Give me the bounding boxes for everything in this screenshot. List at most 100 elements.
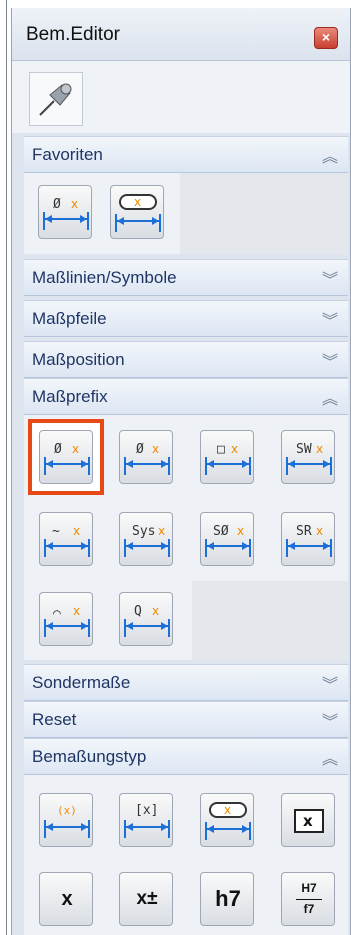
massprefix-empty-area	[192, 581, 348, 660]
section-massprefix-header[interactable]: Maßprefix ︽	[24, 378, 348, 415]
svg-text:Ø: Ø	[53, 197, 61, 212]
svg-text:x: x	[224, 803, 231, 817]
section-reset-label: Reset	[32, 710, 77, 729]
section-masslinien-header[interactable]: Maßlinien/Symbole ︾	[24, 259, 348, 296]
section-masspfeile-header[interactable]: Maßpfeile ︾	[24, 300, 348, 337]
svg-text:x: x	[73, 604, 80, 618]
svg-text:x: x	[237, 524, 244, 538]
window-frame-line	[6, 0, 7, 935]
type-tolerance-button[interactable]: x±	[119, 872, 173, 926]
svg-text:x: x	[158, 524, 165, 538]
sphere-radius-prefix-icon: SR x	[286, 524, 332, 557]
fraction-line	[296, 899, 322, 900]
fit-lower-label: f7	[303, 902, 315, 916]
prefix-sw-button[interactable]: SW x	[281, 430, 335, 484]
svg-text:⌒: ⌒	[53, 606, 61, 621]
slot-type-icon: x	[205, 802, 251, 840]
favorite-diameter-button[interactable]: Ø x	[38, 185, 92, 239]
section-favoriten-header[interactable]: Favoriten ︽	[24, 136, 348, 173]
chevron-down-icon: ︾	[321, 354, 338, 371]
massprefix-body: Ø x Ø x □ x SW x ~ x Sys x SØ x SR x ⌒ x…	[24, 415, 348, 660]
type-fit-button[interactable]: h7	[200, 872, 254, 926]
prefix-square-button[interactable]: □ x	[200, 430, 254, 484]
chevron-up-icon: ︽	[321, 751, 338, 768]
svg-text:x: x	[73, 524, 80, 538]
favoriten-body: Ø x x	[24, 173, 348, 254]
chevron-up-icon: ︽	[321, 391, 338, 408]
window-title: Bem.Editor	[26, 24, 120, 45]
title-bar[interactable]: Bem.Editor ×	[12, 8, 350, 61]
chevron-up-icon: ︽	[321, 149, 338, 166]
reference-dimension-icon: (x)	[44, 804, 90, 838]
fit-upper-label: H7	[301, 881, 317, 895]
type-slot-button[interactable]: x	[200, 793, 254, 847]
prefix-diameter-small-button[interactable]: Ø x	[119, 430, 173, 484]
svg-text:Sys: Sys	[132, 524, 155, 539]
section-reset-header[interactable]: Reset ︾	[24, 701, 348, 738]
slot-dimension-icon: x	[115, 194, 161, 232]
diameter-small-prefix-icon: Ø x	[124, 442, 170, 475]
section-sondermasse-label: Sondermaße	[32, 673, 131, 692]
type-boxed-button[interactable]: x	[281, 793, 335, 847]
prefix-arc-button[interactable]: ⌒ x	[39, 592, 93, 646]
chevron-down-icon: ︾	[321, 272, 338, 289]
arc-prefix-icon: ⌒ x	[44, 604, 90, 637]
bemassungstyp-body: (x) [x] x x x x± h7 H7 f7	[24, 775, 348, 935]
square-prefix-icon: □ x	[205, 442, 251, 475]
prefix-approx-button[interactable]: ~ x	[39, 512, 93, 566]
svg-text:x: x	[231, 442, 238, 456]
type-reference-button[interactable]: (x)	[39, 793, 93, 847]
svg-text:□: □	[217, 442, 225, 457]
prefix-chamfer-button[interactable]: Q x	[119, 592, 173, 646]
diameter-dimension-icon: Ø x	[43, 197, 89, 230]
svg-text:x: x	[134, 195, 141, 209]
chevron-down-icon: ︾	[321, 714, 338, 731]
approx-prefix-icon: ~ x	[44, 524, 90, 557]
favoriten-empty-area	[180, 173, 348, 254]
prefix-sys-button[interactable]: Sys x	[119, 512, 173, 566]
bem-editor-window: Bem.Editor × Favoriten ︽ Ø x x Maßlinien…	[11, 8, 351, 935]
pushpin-icon	[39, 83, 72, 116]
boxed-dimension-icon: x	[294, 809, 324, 833]
section-favoriten-label: Favoriten	[32, 145, 103, 164]
chevron-down-icon: ︾	[321, 313, 338, 330]
sphere-diameter-prefix-icon: SØ x	[205, 524, 251, 557]
svg-text:~: ~	[52, 524, 60, 539]
type-bracket-button[interactable]: [x]	[119, 793, 173, 847]
svg-text:SR: SR	[296, 524, 312, 539]
sys-prefix-icon: Sys x	[124, 524, 170, 557]
sw-prefix-icon: SW x	[286, 442, 332, 475]
prefix-sphere-radius-button[interactable]: SR x	[281, 512, 335, 566]
section-bemassungstyp-label: Bemaßungstyp	[32, 747, 147, 766]
prefix-diameter-button[interactable]: Ø x	[39, 430, 93, 484]
favorite-slot-button[interactable]: x	[110, 185, 164, 239]
section-massprefix-label: Maßprefix	[32, 387, 108, 406]
section-sondermasse-header[interactable]: Sondermaße ︾	[24, 664, 348, 701]
prefix-sphere-diameter-button[interactable]: SØ x	[200, 512, 254, 566]
plain-value-label: x	[61, 888, 73, 910]
diameter-prefix-icon: Ø x	[44, 442, 90, 475]
section-masslinien-label: Maßlinien/Symbole	[32, 268, 177, 287]
svg-text:x: x	[152, 604, 159, 618]
section-masspfeile-label: Maßpfeile	[32, 309, 107, 328]
svg-text:[x]: [x]	[135, 803, 158, 818]
svg-text:Ø: Ø	[54, 442, 62, 457]
svg-text:x: x	[72, 442, 79, 456]
svg-text:x: x	[152, 442, 159, 456]
type-plain-button[interactable]: x	[39, 872, 93, 926]
pin-button[interactable]	[29, 72, 83, 126]
svg-text:SØ: SØ	[213, 524, 229, 539]
fit-label: h7	[215, 886, 241, 911]
svg-text:SW: SW	[296, 442, 312, 457]
svg-text:(x): (x)	[57, 804, 77, 817]
close-button[interactable]: ×	[314, 27, 338, 49]
type-fit-fraction-button[interactable]: H7 f7	[281, 872, 335, 926]
svg-text:x: x	[303, 812, 313, 830]
section-massposition-label: Maßposition	[32, 350, 125, 369]
pin-toolbar	[12, 61, 350, 133]
svg-text:x: x	[71, 197, 78, 211]
bracket-dimension-icon: [x]	[124, 803, 170, 838]
chamfer-prefix-icon: Q x	[124, 604, 170, 637]
section-bemassungstyp-header[interactable]: Bemaßungstyp ︽	[24, 738, 348, 775]
section-massposition-header[interactable]: Maßposition ︾	[24, 341, 348, 378]
